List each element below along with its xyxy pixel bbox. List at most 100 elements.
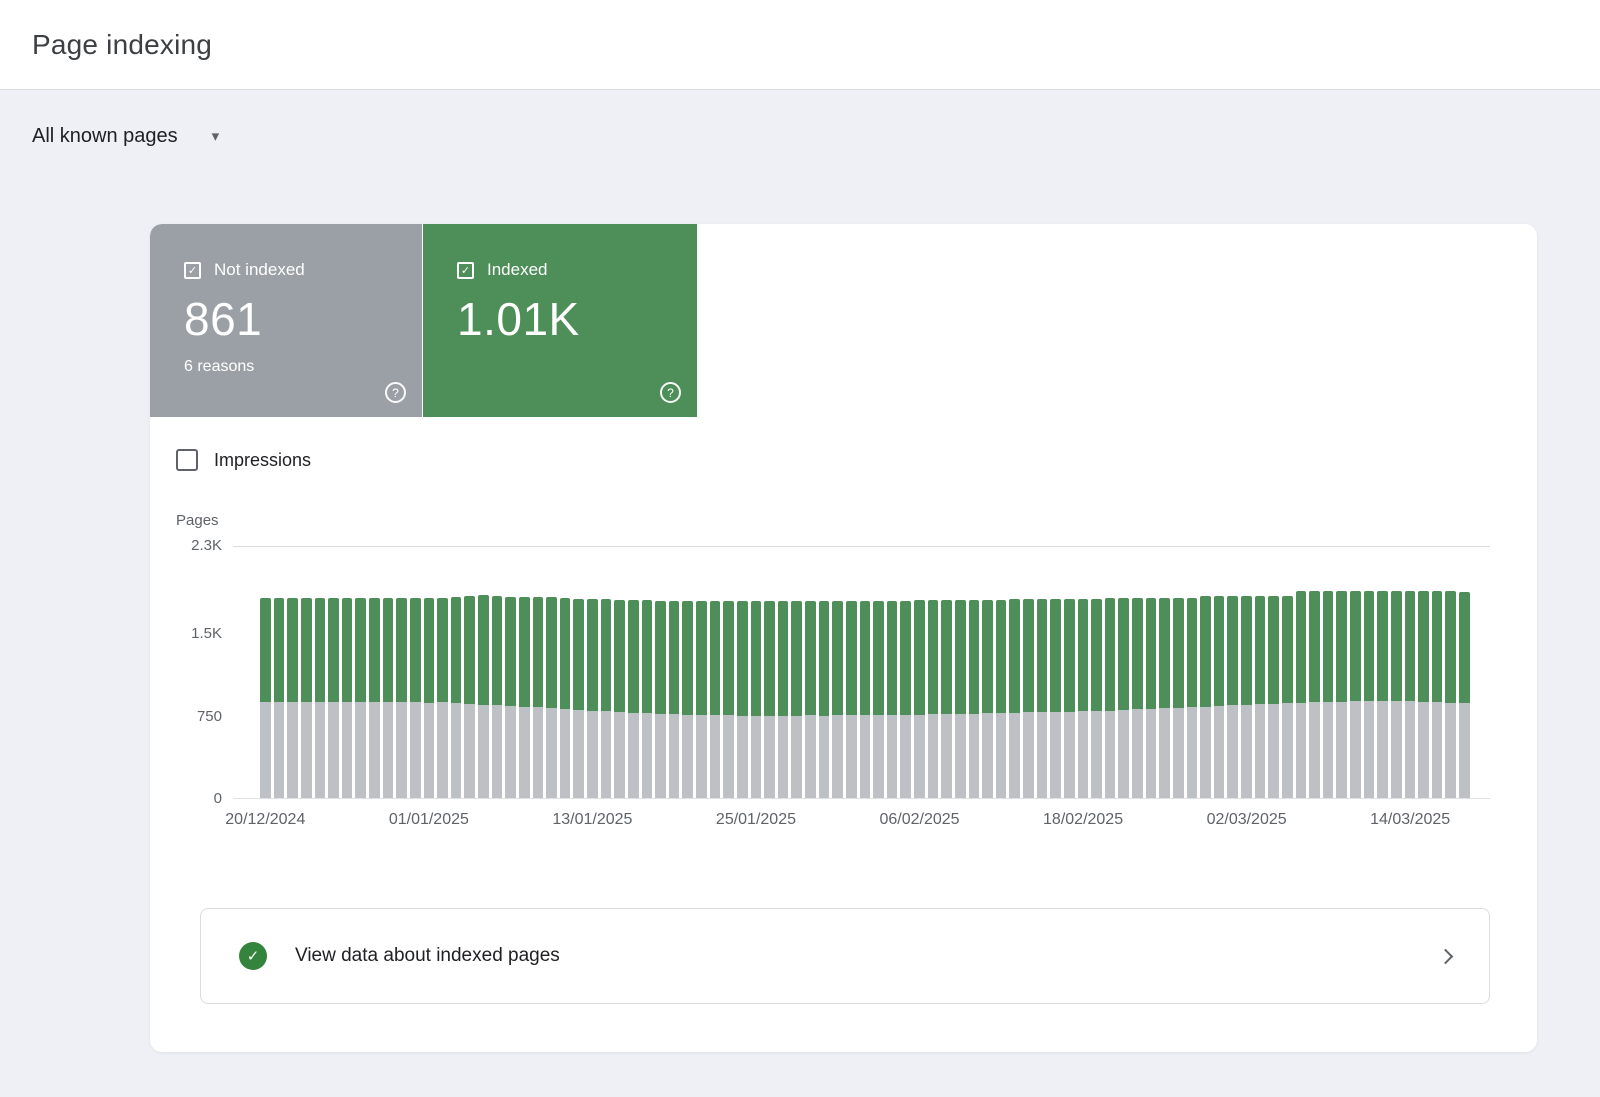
chart-bar[interactable] [751,601,762,798]
chart-bar[interactable] [301,598,312,798]
chart-bar[interactable] [1023,599,1034,798]
chart-bar[interactable] [723,601,734,798]
chart-bar[interactable] [805,601,816,798]
chart-bar[interactable] [873,601,884,798]
chart-bar[interactable] [396,598,407,798]
chart-bar[interactable] [1459,592,1470,798]
chart-bar[interactable] [655,601,666,798]
chart-bar[interactable] [328,598,339,798]
chart-bar[interactable] [587,599,598,798]
chart-bar[interactable] [1282,596,1293,798]
chart-bar[interactable] [410,598,421,798]
chart-bar[interactable] [1173,598,1184,798]
chart-bar[interactable] [778,601,789,798]
chart-bar[interactable] [1432,591,1443,798]
chart-bar[interactable] [451,597,462,798]
chart-bar[interactable] [969,600,980,798]
chart-bar[interactable] [437,598,448,798]
chart-bar[interactable] [1227,596,1238,798]
chart-bar[interactable] [1187,598,1198,798]
chart-bar[interactable] [982,600,993,798]
chart-bar[interactable] [1309,591,1320,798]
chart-bar[interactable] [1037,599,1048,798]
chart-bar[interactable] [669,601,680,798]
chart-bar[interactable] [1377,591,1388,798]
chart-bar[interactable] [1405,591,1416,798]
chart-bar[interactable] [1268,596,1279,798]
chart-bar[interactable] [1214,596,1225,798]
chart-bar[interactable] [601,599,612,798]
chart-bar[interactable] [1159,598,1170,798]
chart-bar[interactable] [928,600,939,798]
chart-bar[interactable] [260,598,271,798]
help-icon[interactable]: ? [385,382,406,403]
chart-bar[interactable] [996,600,1007,798]
not-indexed-segment [546,708,557,798]
chart-bar[interactable] [1323,591,1334,798]
chart-bar[interactable] [342,598,353,798]
chart-bar[interactable] [1364,591,1375,798]
chart-bar[interactable] [1132,598,1143,798]
chart-bar[interactable] [628,600,639,798]
chart-bar[interactable] [860,601,871,798]
chart-bar[interactable] [505,597,516,798]
chart-bar[interactable] [900,601,911,798]
help-icon[interactable]: ? [660,382,681,403]
chart-bar[interactable] [287,598,298,798]
chart-bar[interactable] [1350,591,1361,798]
chart-bar[interactable] [424,598,435,798]
chart-bar[interactable] [533,597,544,798]
checkbox-checked-icon[interactable]: ✓ [457,262,474,279]
chart-bar[interactable] [887,601,898,798]
chart-bar[interactable] [696,601,707,798]
chart-bar[interactable] [914,600,925,798]
chart-bar[interactable] [1009,599,1020,798]
chart-bar[interactable] [1336,591,1347,798]
chart-bar[interactable] [955,600,966,798]
chart-bar[interactable] [710,601,721,798]
view-indexed-pages-link[interactable]: ✓ View data about indexed pages [200,908,1490,1004]
chart-bar[interactable] [1255,596,1266,798]
chart-bar[interactable] [642,600,653,798]
chart-bar[interactable] [1445,591,1456,798]
not-indexed-box[interactable]: ✓ Not indexed 861 6 reasons ? [150,224,422,417]
chart-bar[interactable] [383,598,394,798]
chart-bar[interactable] [315,598,326,798]
chart-bar[interactable] [355,598,366,798]
chart-bar[interactable] [1391,591,1402,798]
chart-bar[interactable] [1200,596,1211,798]
chart-bar[interactable] [1050,599,1061,798]
chart-bar[interactable] [560,598,571,798]
chart-bar[interactable] [1105,598,1116,798]
chart-bar[interactable] [1418,591,1429,798]
chart-bar[interactable] [614,600,625,798]
chart-bar[interactable] [682,601,693,798]
impressions-toggle[interactable]: Impressions [176,447,311,473]
chart-bar[interactable] [1241,596,1252,798]
chart-bar[interactable] [737,601,748,798]
chart-bar[interactable] [464,596,475,798]
chart-bar[interactable] [492,596,503,798]
chart-bar[interactable] [1064,599,1075,798]
chart-bar[interactable] [573,599,584,798]
chart-bar[interactable] [274,598,285,798]
chart-bar[interactable] [478,595,489,798]
chart-bar[interactable] [1118,598,1129,798]
chart-bar[interactable] [846,601,857,798]
chart-bar[interactable] [764,601,775,798]
chart-bar[interactable] [546,597,557,798]
indexed-box[interactable]: ✓ Indexed 1.01K ? [423,224,697,417]
chart-bar[interactable] [369,598,380,798]
chart-bar[interactable] [819,601,830,798]
chart-bar[interactable] [1078,599,1089,798]
chart-bar[interactable] [1146,598,1157,798]
all-known-pages-dropdown[interactable]: All known pages ▾ [32,125,219,148]
chart-bar[interactable] [832,601,843,798]
impressions-checkbox[interactable] [176,449,198,471]
chart-bar[interactable] [1091,599,1102,798]
chart-bar[interactable] [519,597,530,798]
chart-bar[interactable] [1296,591,1307,798]
chart-bar[interactable] [791,601,802,798]
chart-bar[interactable] [941,600,952,798]
checkbox-checked-icon[interactable]: ✓ [184,262,201,279]
